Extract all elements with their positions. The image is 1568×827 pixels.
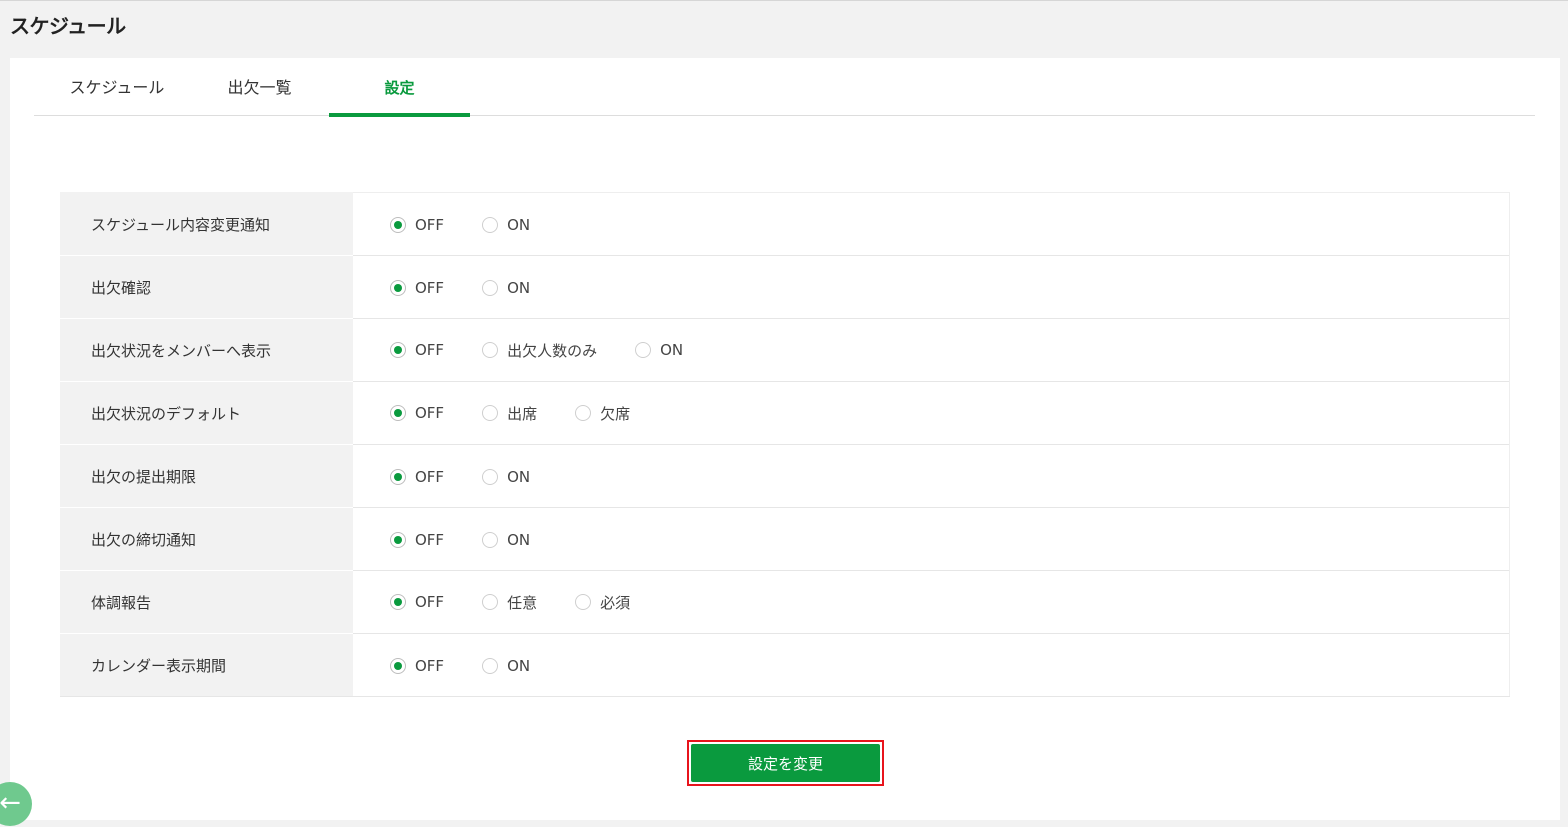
radio-option[interactable]: ON	[482, 657, 530, 675]
radio-option-label: ON	[507, 278, 531, 297]
radio-option-label: OFF	[415, 278, 445, 297]
radio-option-label: 任意	[507, 593, 538, 612]
radio-option[interactable]: ON	[482, 531, 530, 549]
radio-option[interactable]: OFF	[390, 531, 444, 549]
radio-option-label: ON	[507, 467, 531, 486]
setting-label: スケジュール内容変更通知	[60, 192, 353, 256]
radio-button[interactable]	[390, 531, 406, 548]
radio-button[interactable]	[482, 279, 499, 296]
radio-option[interactable]: ON	[482, 216, 530, 234]
submit-highlight: 設定を変更	[687, 740, 884, 786]
radio-button[interactable]	[390, 468, 406, 485]
radio-button[interactable]	[575, 594, 592, 610]
setting-row: 体調報告 OFF 任意 必須	[60, 570, 1510, 634]
radio-option-label: 必須	[600, 593, 631, 612]
tab-bar: スケジュール 出欠一覧 設定	[34, 58, 1535, 117]
setting-label: 出欠状況をメンバーへ表示	[60, 318, 353, 382]
radio-option-label: OFF	[415, 467, 445, 486]
setting-row: 出欠状況をメンバーへ表示 OFF 出欠人数のみ ON	[60, 318, 1510, 382]
radio-option[interactable]: 必須	[575, 592, 630, 613]
radio-button[interactable]	[482, 468, 499, 485]
radio-button[interactable]	[390, 405, 406, 421]
tab-settings[interactable]: 設定	[329, 58, 470, 117]
setting-options: OFF ON	[353, 507, 1510, 571]
setting-row: 出欠状況のデフォルト OFF 出席 欠席	[60, 381, 1510, 445]
setting-options: OFF ON	[353, 633, 1510, 697]
radio-option-label: OFF	[415, 404, 445, 422]
radio-button[interactable]	[482, 657, 499, 674]
setting-row: カレンダー表示期間 OFF ON	[60, 633, 1510, 697]
setting-label: 出欠確認	[60, 255, 353, 319]
radio-option-label: 欠席	[600, 404, 631, 423]
tab-attendance-list[interactable]: 出欠一覧	[200, 58, 319, 116]
radio-button[interactable]	[482, 405, 499, 421]
radio-option[interactable]: OFF	[390, 593, 444, 611]
radio-button[interactable]	[390, 279, 406, 296]
radio-option[interactable]: ON	[635, 341, 683, 359]
radio-button[interactable]	[635, 342, 652, 358]
radio-option[interactable]: 出欠人数のみ	[482, 340, 597, 361]
setting-row: 出欠の締切通知 OFF ON	[60, 507, 1510, 571]
radio-button[interactable]	[390, 342, 406, 358]
setting-options: OFF 任意 必須	[353, 570, 1510, 634]
radio-option[interactable]: OFF	[390, 404, 444, 422]
setting-options: OFF ON	[353, 192, 1510, 256]
radio-option[interactable]: 出席	[482, 403, 537, 424]
setting-row: 出欠の提出期限 OFF ON	[60, 444, 1510, 508]
setting-label: 出欠の提出期限	[60, 444, 353, 508]
radio-option[interactable]: ON	[482, 468, 530, 486]
page-header: スケジュール	[0, 0, 1568, 58]
radio-button[interactable]	[482, 216, 499, 233]
radio-option-label: 出欠人数のみ	[507, 341, 598, 360]
page-title: スケジュール	[10, 14, 126, 38]
radio-button[interactable]	[390, 657, 406, 674]
radio-option[interactable]: 欠席	[575, 403, 630, 424]
radio-button[interactable]	[390, 594, 406, 610]
change-settings-button[interactable]: 設定を変更	[691, 744, 880, 782]
radio-option[interactable]: OFF	[390, 468, 444, 486]
setting-row: スケジュール内容変更通知 OFF ON	[60, 192, 1510, 256]
radio-button[interactable]	[575, 405, 592, 421]
radio-option-label: ON	[507, 215, 531, 234]
settings-panel: スケジュール 出欠一覧 設定 スケジュール内容変更通知 OFF ON 出欠確認 OFF O…	[10, 58, 1560, 820]
radio-option-label: OFF	[415, 530, 445, 549]
radio-option-label: ON	[507, 530, 531, 549]
radio-button[interactable]	[482, 531, 499, 548]
arrow-left-icon: ←	[0, 788, 21, 818]
radio-option-label: ON	[507, 656, 531, 675]
settings-table: スケジュール内容変更通知 OFF ON 出欠確認 OFF ON 出欠状況をメンバーへ表示 OF…	[60, 192, 1510, 697]
setting-options: OFF 出席 欠席	[353, 381, 1510, 445]
radio-option-label: ON	[660, 341, 684, 359]
radio-option-label: OFF	[415, 341, 445, 359]
tab-schedule[interactable]: スケジュール	[34, 58, 200, 116]
setting-options: OFF ON	[353, 255, 1510, 319]
radio-option-label: OFF	[415, 593, 445, 611]
radio-option-label: OFF	[415, 656, 445, 675]
setting-options: OFF 出欠人数のみ ON	[353, 318, 1510, 382]
setting-row: 出欠確認 OFF ON	[60, 255, 1510, 319]
setting-label: カレンダー表示期間	[60, 633, 353, 697]
radio-option[interactable]: ON	[482, 279, 530, 297]
radio-option-label: OFF	[415, 215, 445, 234]
setting-options: OFF ON	[353, 444, 1510, 508]
setting-label: 出欠状況のデフォルト	[60, 381, 353, 445]
radio-option[interactable]: OFF	[390, 279, 444, 297]
radio-option-label: 出席	[507, 404, 538, 423]
radio-button[interactable]	[482, 594, 499, 610]
setting-label: 体調報告	[60, 570, 353, 634]
radio-option[interactable]: 任意	[482, 592, 537, 613]
radio-option[interactable]: OFF	[390, 216, 444, 234]
setting-label: 出欠の締切通知	[60, 507, 353, 571]
radio-button[interactable]	[482, 342, 499, 358]
radio-button[interactable]	[390, 216, 406, 233]
radio-option[interactable]: OFF	[390, 341, 444, 359]
radio-option[interactable]: OFF	[390, 657, 444, 675]
